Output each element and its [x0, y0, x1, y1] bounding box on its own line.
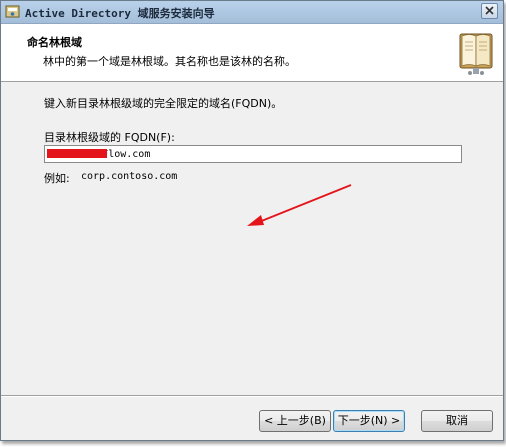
- example-value: corp.contoso.com: [81, 171, 178, 182]
- wizard-window: Active Directory 域服务安装向导 命名林根域 林中的第一个域是林…: [0, 0, 504, 441]
- ad-wizard-icon: [5, 5, 20, 18]
- back-button[interactable]: < 上一步(B): [259, 410, 331, 432]
- close-icon: [485, 6, 494, 15]
- cancel-button[interactable]: 取消: [421, 410, 493, 432]
- example-label: 例如:: [44, 172, 70, 185]
- fqdn-label: 目录林根级域的 FQDN(F):: [44, 131, 175, 144]
- window-title: Active Directory 域服务安装向导: [25, 7, 215, 20]
- next-button[interactable]: 下一步(N) >: [333, 410, 405, 432]
- wizard-content: 键入新目录林根级域的完全限定的域名(FQDN)。 目录林根级域的 FQDN(F)…: [1, 82, 503, 440]
- footer-divider: [1, 395, 503, 397]
- wizard-header: 命名林根域 林中的第一个域是林根域。其名称也是该林的名称。: [1, 24, 503, 82]
- book-icon: [459, 33, 493, 75]
- annotation-arrow: [247, 184, 352, 226]
- redaction-mark: [47, 149, 107, 158]
- title-bar[interactable]: Active Directory 域服务安装向导: [1, 1, 503, 24]
- instruction-text: 键入新目录林根级域的完全限定的域名(FQDN)。: [44, 97, 283, 110]
- close-button[interactable]: [481, 3, 498, 19]
- page-title: 命名林根域: [27, 36, 82, 49]
- page-subtitle: 林中的第一个域是林根域。其名称也是该林的名称。: [43, 55, 296, 68]
